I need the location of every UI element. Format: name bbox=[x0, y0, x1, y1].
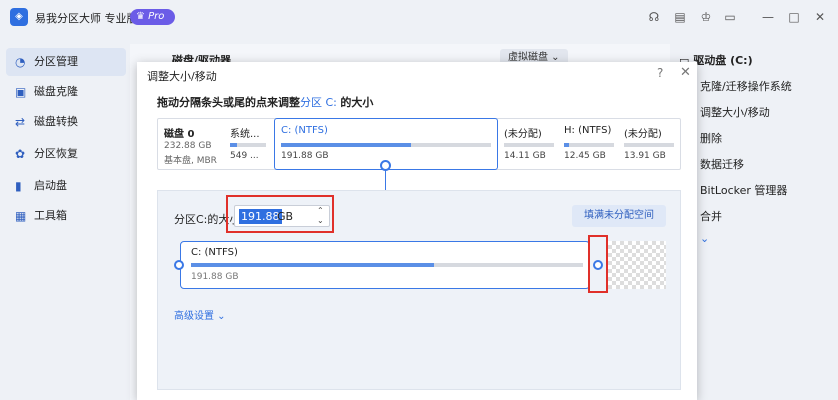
action-data-migration[interactable]: 数据迁移 bbox=[700, 156, 744, 172]
convert-icon: ⇄ bbox=[15, 115, 26, 129]
card-size: 191.88 GB bbox=[191, 272, 239, 282]
card-label: C: (NTFS) bbox=[191, 247, 238, 258]
action-merge[interactable]: 合并 bbox=[700, 208, 722, 224]
partition-unallocated-2[interactable]: (未分配) 13.91 GB bbox=[618, 119, 680, 169]
usage-fill bbox=[191, 263, 435, 267]
pie-icon: ◔ bbox=[15, 55, 26, 69]
pro-badge: ♛ Pro bbox=[130, 9, 175, 25]
partition-unallocated-1[interactable]: (未分配) 14.11 GB bbox=[498, 119, 558, 169]
notes-icon[interactable]: ▤ bbox=[672, 9, 688, 25]
recovery-icon: ✿ bbox=[15, 147, 26, 161]
usb-icon: ▮ bbox=[15, 179, 22, 193]
unallocated-area bbox=[608, 241, 666, 289]
sidebar-item-disk-clone[interactable]: ▣ 磁盘克隆 bbox=[6, 78, 126, 106]
maximize-icon[interactable]: □ bbox=[786, 9, 802, 25]
headset-icon[interactable]: ☊ bbox=[646, 9, 662, 25]
resize-panel: 分区C:的大小 191.88 GB ⌃ ⌄ 填满未分配空间 C: (NTFS) 1… bbox=[157, 190, 681, 390]
advanced-settings-link[interactable]: 高级设置 ⌄ bbox=[174, 307, 226, 322]
partition-system[interactable]: 系统... 549 ... bbox=[224, 119, 274, 169]
usage-bar bbox=[191, 263, 583, 267]
app-title: 易我分区大师 专业版 bbox=[35, 12, 138, 25]
sidebar-item-disk-convert[interactable]: ⇄ 磁盘转换 bbox=[6, 108, 126, 136]
left-handle[interactable] bbox=[174, 260, 184, 270]
handle-highlight-box bbox=[588, 235, 608, 293]
sidebar-item-boot-disk[interactable]: ▮ 启动盘 bbox=[6, 172, 126, 200]
copy-icon: ▣ bbox=[15, 85, 27, 99]
sidebar: ◔ 分区管理 ▣ 磁盘克隆 ⇄ 磁盘转换 ✿ 分区恢复 ▮ 启动盘 ▦ 工具箱 bbox=[0, 44, 130, 400]
sidebar-item-partition-recovery[interactable]: ✿ 分区恢复 bbox=[6, 140, 126, 168]
resize-move-dialog: 调整大小/移动 ? ✕ 拖动分隔条头或尾的点来调整分区 C: 的大小 磁盘 0 … bbox=[137, 62, 697, 400]
sidebar-item-toolbox[interactable]: ▦ 工具箱 bbox=[6, 202, 126, 230]
instruction-text: 拖动分隔条头或尾的点来调整分区 C: 的大小 bbox=[157, 96, 374, 109]
sidebar-item-partition-manager[interactable]: ◔ 分区管理 bbox=[6, 48, 126, 76]
message-icon[interactable]: ▭ bbox=[722, 9, 738, 25]
toolbox-icon: ▦ bbox=[15, 209, 27, 223]
more-chevron-icon[interactable]: ⌄ bbox=[700, 232, 709, 245]
close-icon[interactable]: ✕ bbox=[680, 65, 691, 80]
disk-layout-bar: 磁盘 0 232.88 GB 基本盘, MBR 系统... 549 ... C:… bbox=[157, 118, 681, 170]
minimize-icon[interactable]: — bbox=[760, 9, 776, 25]
action-bitlocker[interactable]: BitLocker 管理器 bbox=[700, 182, 787, 198]
app-logo-icon: ◈ bbox=[10, 8, 28, 26]
help-icon[interactable]: ? bbox=[657, 66, 663, 80]
title-bar: ◈ 易我分区大师 专业版 ♛ Pro ☊ ▤ ♔ ▭ — □ ✕ bbox=[0, 0, 838, 34]
action-delete[interactable]: 删除 bbox=[700, 130, 722, 146]
action-resize-move[interactable]: 调整大小/移动 bbox=[700, 104, 770, 120]
shirt-icon[interactable]: ♔ bbox=[698, 9, 714, 25]
dialog-title: 调整大小/移动 bbox=[147, 70, 217, 83]
fill-unallocated-button[interactable]: 填满未分配空间 bbox=[572, 205, 666, 227]
connector-line bbox=[385, 170, 386, 190]
partition-card[interactable]: C: (NTFS) 191.88 GB bbox=[180, 241, 590, 289]
action-clone-os[interactable]: 克隆/迁移操作系统 bbox=[700, 78, 792, 94]
close-window-icon[interactable]: ✕ bbox=[812, 9, 828, 25]
partition-h[interactable]: H: (NTFS) 12.45 GB bbox=[558, 119, 618, 169]
highlight-box bbox=[226, 195, 334, 233]
disk-info: 磁盘 0 232.88 GB 基本盘, MBR bbox=[164, 129, 217, 166]
